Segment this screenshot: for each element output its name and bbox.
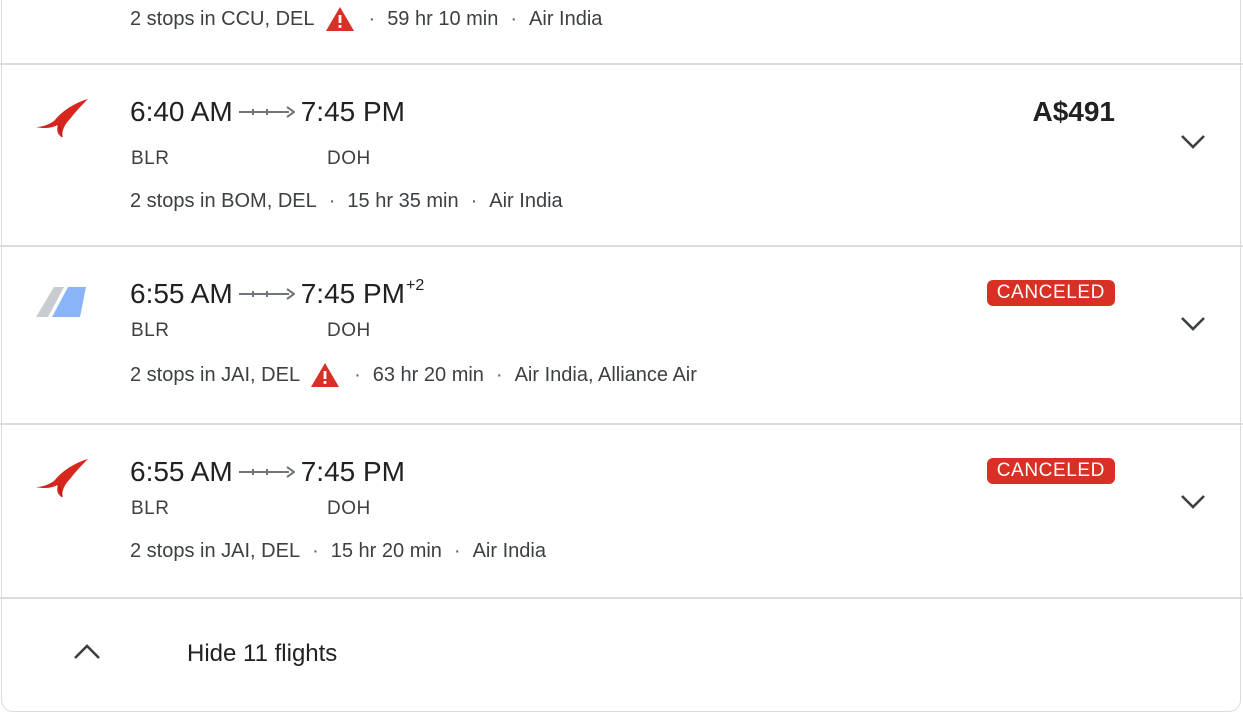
chevron-down-icon[interactable] <box>1179 133 1207 151</box>
separator-dot: · <box>312 540 319 562</box>
duration-text: 59 hr 10 min <box>387 7 499 30</box>
air-india-logo <box>34 97 90 141</box>
airline-text: Air India, Alliance Air <box>514 363 697 386</box>
warning-icon[interactable] <box>310 362 340 388</box>
duration-text: 15 hr 35 min <box>347 190 459 212</box>
airline-text: Air India <box>472 540 546 562</box>
flight-details-line: 2 stops in JAI, DEL · 15 hr 20 min · Air… <box>130 540 546 563</box>
route-arrow-icon <box>238 465 295 479</box>
canceled-badge: CANCELED <box>986 280 1115 306</box>
stops-text: 2 stops in JAI, DEL <box>130 540 301 562</box>
origin-code: BLR <box>131 148 170 169</box>
separator-dot: · <box>495 363 503 386</box>
separator-dot: · <box>354 363 361 386</box>
departure-time: 6:40 AM <box>130 96 233 127</box>
duration-text: 63 hr 20 min <box>372 363 484 386</box>
origin-code: BLR <box>131 320 170 341</box>
hide-flights-button[interactable]: Hide 11 flights <box>187 640 337 668</box>
air-india-logo <box>34 457 90 501</box>
flight-times: 6:40 AM 7:45 PM <box>130 96 405 128</box>
price: A$491 <box>1032 96 1115 127</box>
arrival-time: 7:45 PM <box>300 278 406 309</box>
stops-text: 2 stops in BOM, DEL <box>130 190 317 212</box>
arrival-time: 7:45 PM <box>300 456 406 487</box>
multi-airline-logo <box>34 283 90 327</box>
flight-details-line: 2 stops in JAI, DEL · 63 hr 20 min · Air… <box>130 362 697 388</box>
stops-text: 2 stops in JAI, DEL <box>130 363 301 386</box>
flight-row[interactable]: 6:55 AM 7:45 PM +2 BLR DOH 2 stops in JA… <box>0 247 1243 423</box>
destination-code: DOH <box>327 498 371 519</box>
canceled-badge: CANCELED <box>986 458 1115 484</box>
flight-row[interactable]: 6:40 AM 7:45 PM BLR DOH 2 stops in BOM, … <box>0 65 1243 245</box>
flight-details-line: 2 stops in CCU, DEL · 59 hr 10 min · Air… <box>130 6 602 32</box>
departure-time: 6:55 AM <box>130 456 233 487</box>
separator-dot: · <box>470 190 478 212</box>
duration-text: 15 hr 20 min <box>330 540 442 562</box>
stops-text: 2 stops in CCU, DEL <box>130 7 315 30</box>
separator-dot: · <box>328 190 336 212</box>
destination-code: DOH <box>327 320 371 341</box>
route-arrow-icon <box>238 287 295 301</box>
row-divider <box>0 597 1243 599</box>
origin-code: BLR <box>131 498 170 519</box>
flight-times: 6:55 AM 7:45 PM +2 <box>130 277 424 310</box>
warning-icon[interactable] <box>325 6 355 32</box>
day-offset: +2 <box>406 277 425 294</box>
flight-details-line: 2 stops in BOM, DEL · 15 hr 35 min · Air… <box>130 190 563 213</box>
departure-time: 6:55 AM <box>130 278 233 309</box>
flight-row[interactable]: 6:55 AM 7:45 PM BLR DOH 2 stops in JAI, … <box>0 425 1243 597</box>
chevron-down-icon[interactable] <box>1179 493 1207 511</box>
destination-code: DOH <box>327 148 371 169</box>
separator-dot: · <box>368 7 376 30</box>
separator-dot: · <box>510 7 518 30</box>
flight-times: 6:55 AM 7:45 PM <box>130 456 405 488</box>
arrival-time: 7:45 PM <box>300 96 406 127</box>
chevron-down-icon[interactable] <box>1179 315 1207 333</box>
route-arrow-icon <box>238 105 295 119</box>
separator-dot: · <box>453 540 461 562</box>
chevron-up-icon[interactable] <box>72 642 102 662</box>
airline-text: Air India <box>489 190 563 212</box>
airline-text: Air India <box>529 7 603 30</box>
